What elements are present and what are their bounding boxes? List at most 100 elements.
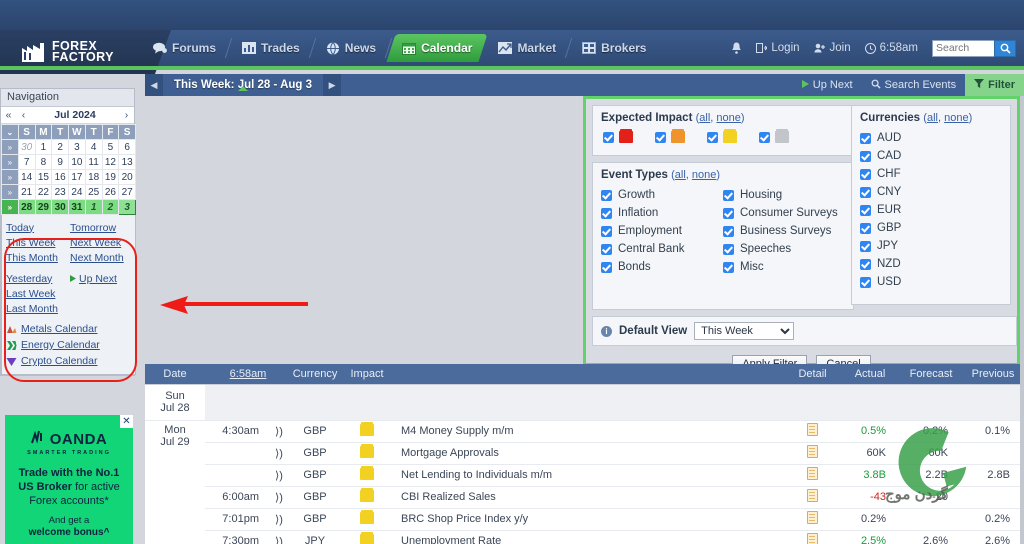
- checkbox[interactable]: [723, 189, 734, 201]
- sound-alert-icon[interactable]: ⟩): [267, 419, 292, 443]
- search-button[interactable]: [994, 39, 1016, 57]
- detail-document-icon[interactable]: [807, 445, 819, 458]
- checkbox[interactable]: [601, 189, 612, 201]
- currency-jpy[interactable]: JPY: [860, 237, 1002, 255]
- calendar-day[interactable]: 8: [34, 154, 53, 170]
- next-week-button[interactable]: ▶: [323, 74, 342, 96]
- calendar-day[interactable]: 2: [51, 139, 69, 155]
- calendar-day-today[interactable]: 3: [118, 199, 136, 215]
- chevron-left-icon[interactable]: ‹: [16, 109, 31, 121]
- calendar-day[interactable]: 25: [84, 184, 103, 200]
- sound-alert-icon[interactable]: ⟩): [267, 508, 292, 531]
- chevron-right-icon[interactable]: ›: [119, 109, 134, 121]
- calendar-day[interactable]: 26: [101, 184, 120, 200]
- impact-checkbox-non-economic[interactable]: [759, 131, 770, 143]
- search-events-button[interactable]: Search Events: [862, 74, 966, 96]
- checkbox[interactable]: [723, 225, 734, 237]
- sound-alert-icon[interactable]: ⟩): [267, 530, 292, 544]
- checkbox[interactable]: [860, 276, 871, 288]
- event-type-consumer-surveys[interactable]: Consumer Surveys: [723, 204, 845, 222]
- event-type-employment[interactable]: Employment: [601, 222, 723, 240]
- quick-link-last-month[interactable]: Last Month: [6, 303, 70, 315]
- quick-link-next-week[interactable]: Next Week: [70, 237, 134, 249]
- checkbox[interactable]: [860, 186, 871, 198]
- login-button[interactable]: Login: [756, 42, 800, 54]
- calendar-day[interactable]: 29: [34, 199, 53, 215]
- quick-link-up-next[interactable]: Up Next: [70, 273, 134, 285]
- calendar-day[interactable]: 4: [84, 139, 103, 155]
- impact-none-link[interactable]: none: [716, 112, 740, 124]
- calendar-day[interactable]: 12: [101, 154, 120, 170]
- event-type-business-surveys[interactable]: Business Surveys: [723, 222, 845, 240]
- currency-eur[interactable]: EUR: [860, 201, 1002, 219]
- sound-alert-icon[interactable]: ⟩): [267, 464, 292, 487]
- table-row[interactable]: Mon Jul 29 4:30am ⟩) GBP M4 Money Supply…: [145, 419, 1024, 544]
- event-type-bonds[interactable]: Bonds: [601, 258, 723, 276]
- crypto-calendar-link[interactable]: Crypto Calendar: [6, 353, 135, 369]
- detail-document-icon[interactable]: [807, 423, 819, 436]
- calendar-day[interactable]: 6: [118, 139, 136, 155]
- calendar-day[interactable]: 22: [34, 184, 53, 200]
- calendar-day[interactable]: 13: [118, 154, 136, 170]
- col-time[interactable]: 6:58am: [205, 364, 292, 384]
- event-type-growth[interactable]: Growth: [601, 186, 723, 204]
- calendar-day[interactable]: 16: [51, 169, 69, 185]
- week-select-button[interactable]: »: [1, 139, 19, 155]
- nav-tab-forums[interactable]: Forums: [140, 34, 233, 62]
- impact-option-non-economic[interactable]: [759, 129, 789, 143]
- quick-link-this-month[interactable]: This Month: [6, 252, 70, 264]
- checkbox[interactable]: [723, 261, 734, 273]
- nav-tab-brokers[interactable]: Brokers: [569, 34, 659, 62]
- cell-detail[interactable]: [785, 486, 841, 509]
- calendar-day[interactable]: 7: [17, 154, 36, 170]
- nav-tab-market[interactable]: Market: [485, 34, 573, 62]
- event-type-speeches[interactable]: Speeches: [723, 240, 845, 258]
- currency-cad[interactable]: CAD: [860, 147, 1002, 165]
- calendar-day[interactable]: 1: [84, 199, 103, 215]
- event-type-central-bank[interactable]: Central Bank: [601, 240, 723, 258]
- sidebar-ad[interactable]: ✕ OANDA SMARTER TRADING Trade with the N…: [5, 415, 133, 544]
- sound-alert-icon[interactable]: ⟩): [267, 486, 292, 509]
- impact-checkbox-low[interactable]: [707, 131, 718, 143]
- impact-option-low[interactable]: [707, 129, 737, 143]
- page-scrollbar[interactable]: [1020, 96, 1024, 544]
- currencies-none-link[interactable]: none: [944, 112, 968, 124]
- impact-all-link[interactable]: all: [699, 112, 710, 124]
- up-next-button[interactable]: Up Next: [793, 74, 862, 96]
- default-view-select[interactable]: This Week: [694, 322, 795, 340]
- bell-icon[interactable]: [731, 42, 742, 54]
- currency-aud[interactable]: AUD: [860, 129, 1002, 147]
- checkbox[interactable]: [860, 168, 871, 180]
- table-row[interactable]: ⟩) GBP Net Lending to Individuals m/m 3.…: [145, 464, 1024, 487]
- impact-option-medium[interactable]: [655, 129, 685, 143]
- table-row[interactable]: 7:01pm ⟩) GBP BRC Shop Price Index y/y 0…: [145, 508, 1024, 531]
- nav-tab-trades[interactable]: Trades: [229, 34, 316, 62]
- currencies-all-link[interactable]: all: [927, 112, 938, 124]
- calendar-day[interactable]: 1: [34, 139, 53, 155]
- cell-event[interactable]: Unemployment Rate: [395, 530, 786, 544]
- calendar-day[interactable]: 20: [118, 169, 136, 185]
- calendar-day[interactable]: 24: [68, 184, 86, 200]
- calendar-day[interactable]: 30: [51, 199, 69, 215]
- cell-detail[interactable]: [785, 442, 841, 465]
- event-type-housing[interactable]: Housing: [723, 186, 845, 204]
- cell-detail[interactable]: [785, 419, 841, 443]
- calendar-day[interactable]: 30: [17, 139, 36, 155]
- cell-event[interactable]: BRC Shop Price Index y/y: [395, 508, 786, 531]
- calendar-day[interactable]: 28: [17, 199, 36, 215]
- table-row[interactable]: Sun Jul 28: [145, 383, 1024, 421]
- calendar-day[interactable]: 3: [68, 139, 86, 155]
- checkbox[interactable]: [860, 150, 871, 162]
- checkbox[interactable]: [601, 261, 612, 273]
- calendar-day[interactable]: 23: [51, 184, 69, 200]
- event-type-inflation[interactable]: Inflation: [601, 204, 723, 222]
- detail-document-icon[interactable]: [807, 533, 819, 544]
- server-time[interactable]: 6:58am: [864, 42, 918, 54]
- table-row[interactable]: ⟩) GBP Mortgage Approvals 60K 60K: [145, 442, 1024, 465]
- currency-chf[interactable]: CHF: [860, 165, 1002, 183]
- calendar-day[interactable]: 15: [34, 169, 53, 185]
- energy-calendar-link[interactable]: Energy Calendar: [6, 337, 135, 353]
- search-input[interactable]: [932, 39, 994, 57]
- currency-usd[interactable]: USD: [860, 273, 1002, 291]
- calendar-day[interactable]: 2: [101, 199, 120, 215]
